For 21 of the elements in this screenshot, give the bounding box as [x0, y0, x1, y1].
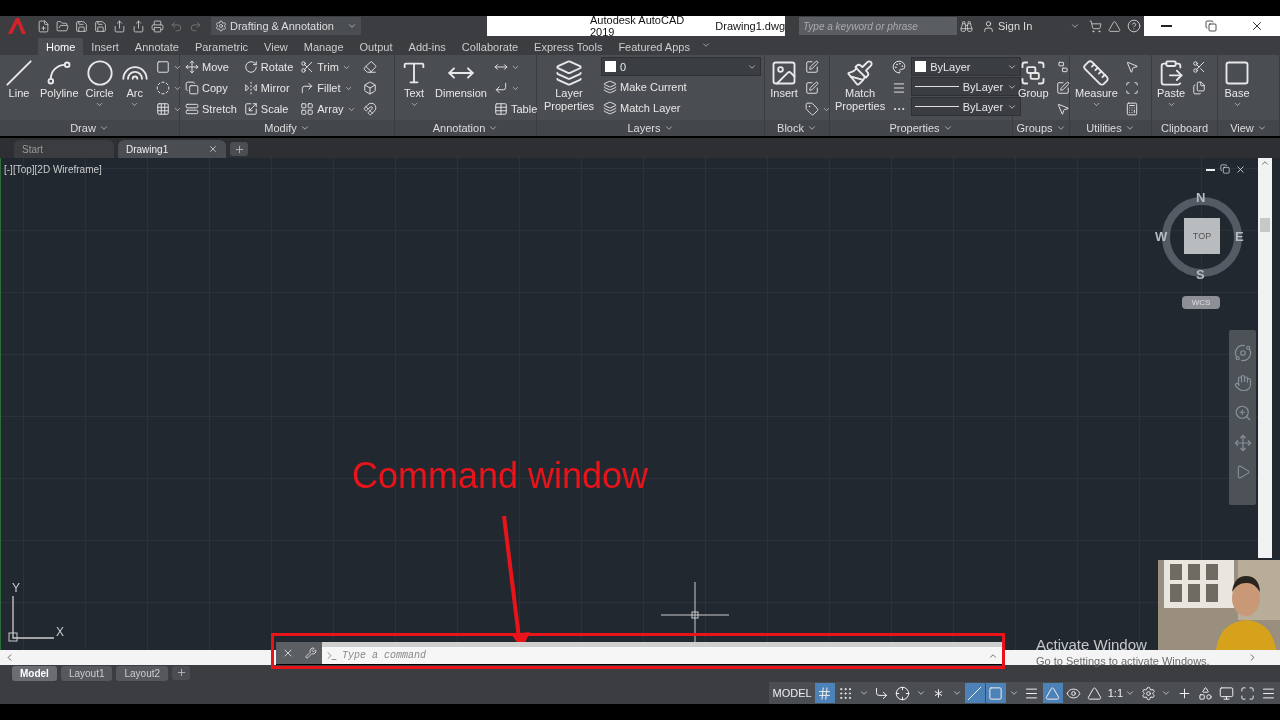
panel-title: Layers — [627, 122, 661, 134]
panel-title: Modify — [264, 122, 297, 134]
panel-title: Utilities — [1086, 122, 1122, 134]
activation-notice-title: Activate Window — [1036, 636, 1147, 653]
panel-title: Annotation — [432, 122, 486, 134]
panel-title: View — [1230, 122, 1254, 134]
y-axis-label: Y — [12, 581, 20, 595]
panel-title: Draw — [70, 122, 96, 134]
activation-notice-text: Go to Settings to activate Windows. — [1036, 655, 1210, 667]
compass-north-label: N — [1196, 190, 1206, 205]
panel-title: Groups — [1016, 122, 1053, 134]
window-title: Autodesk AutoCAD 2019 — [590, 14, 686, 38]
file-name: Drawing1.dwg — [715, 20, 785, 32]
panel-title: Properties — [889, 122, 940, 134]
compass-east-label: E — [1235, 229, 1244, 244]
x-axis-label: X — [56, 625, 64, 639]
compass-south-label: S — [1196, 267, 1205, 282]
panel-title: Block — [777, 122, 804, 134]
annotation-label: Command window — [352, 455, 649, 497]
panel-title: Clipboard — [1160, 122, 1209, 134]
compass-west-label: W — [1155, 229, 1168, 244]
